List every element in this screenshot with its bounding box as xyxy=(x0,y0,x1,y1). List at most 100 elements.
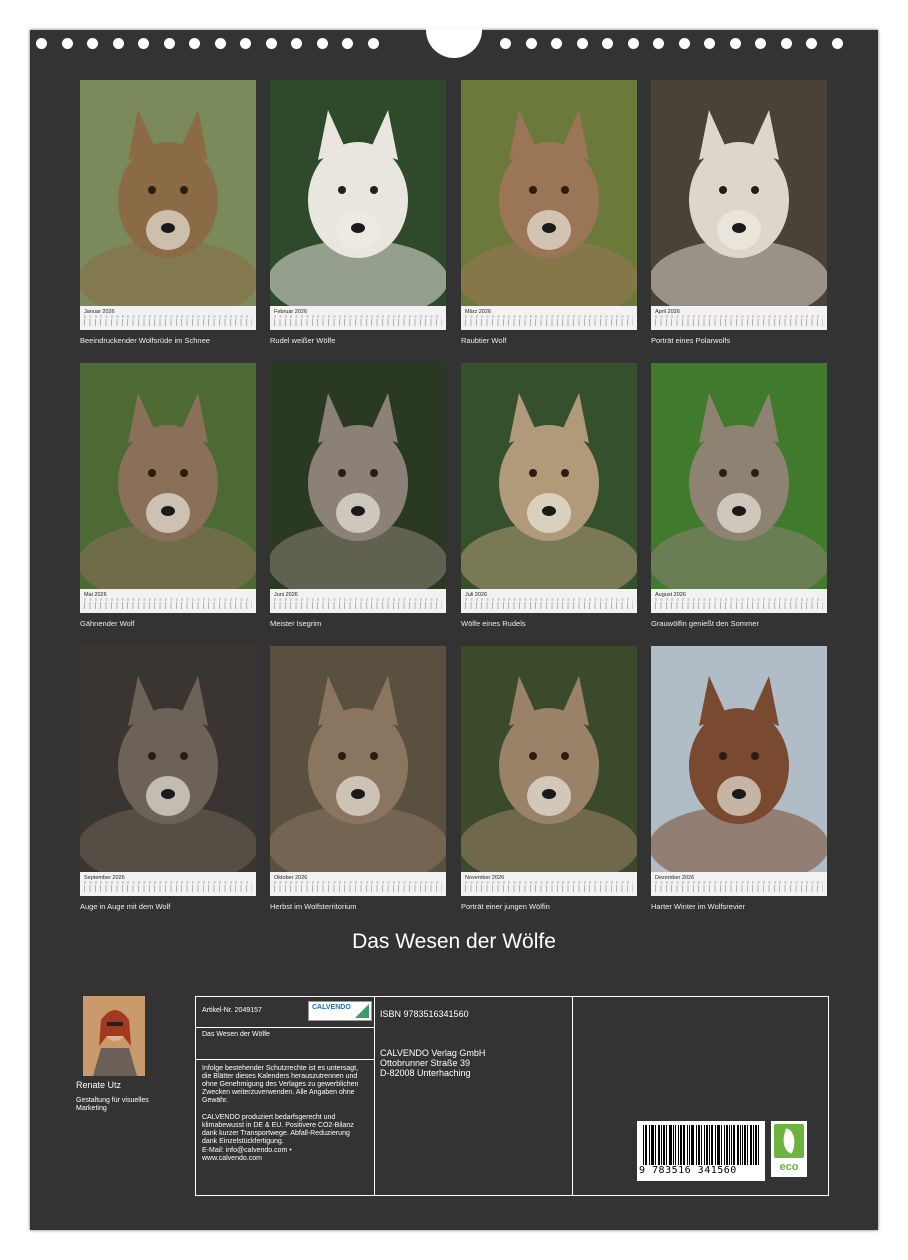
binding-hole xyxy=(755,38,766,49)
photo-caption: Gähnender Wolf xyxy=(80,619,135,628)
binding-hole xyxy=(602,38,613,49)
weekday-row xyxy=(655,881,823,884)
barcode-bar xyxy=(664,1125,665,1165)
article-number: Artikel-Nr. 2049157 xyxy=(202,1007,262,1014)
weekday-row xyxy=(655,315,823,318)
binding-hole xyxy=(265,38,277,49)
legal-text: Infolge bestehender Schutzrechte ist es … xyxy=(202,1065,359,1104)
barcode-bar xyxy=(678,1125,679,1165)
binding-hole xyxy=(342,38,353,49)
photo-caption: Wölfe eines Rudels xyxy=(461,619,526,628)
barcode-bar xyxy=(696,1125,697,1165)
calendar-strip: März 2026 xyxy=(461,306,637,330)
photo-caption: Rudel weißer Wölfe xyxy=(270,336,336,345)
photo-caption: Beeindruckender Wolfsrüde im Schnee xyxy=(80,336,210,345)
binding-hole xyxy=(780,38,792,49)
barcode-bar xyxy=(658,1125,659,1165)
photo-caption: Porträt eines Polarwolfs xyxy=(651,336,731,345)
barcode-bar xyxy=(680,1125,681,1165)
calendar-back-page: Januar 2026 Beeindruckender Wolfsrüde im … xyxy=(30,28,878,1230)
calendar-title: Das Wesen der Wölfe xyxy=(352,930,556,953)
month-tile: Februar 2026 Rudel weißer Wölfe xyxy=(270,80,446,350)
publisher-name: CALVENDO Verlag GmbH xyxy=(380,1048,486,1058)
barcode-bar xyxy=(729,1125,730,1165)
barcode-bar xyxy=(655,1125,656,1165)
publisher-address: CALVENDO Verlag GmbH Ottobrunner Straße … xyxy=(380,1048,570,1078)
day-numbers-row xyxy=(84,319,252,326)
barcode-bar xyxy=(726,1125,727,1165)
isbn-barcode: 9 783516 341560 xyxy=(637,1121,765,1181)
barcode-bar xyxy=(744,1125,745,1165)
weekday-row xyxy=(465,315,633,318)
calendar-strip: Januar 2026 xyxy=(80,306,256,330)
day-numbers-row xyxy=(274,319,442,326)
wolf-photo xyxy=(270,646,446,872)
barcode-bar xyxy=(707,1125,708,1165)
calendar-strip: August 2026 xyxy=(651,589,827,613)
eco-leaf-icon xyxy=(774,1124,804,1158)
calendar-strip: Juli 2026 xyxy=(461,589,637,613)
binding-hole xyxy=(189,38,200,49)
wolf-photo xyxy=(270,363,446,589)
photo-caption: Harter Winter im Wolfsrevier xyxy=(651,902,746,911)
day-numbers-row xyxy=(84,885,252,892)
binding-hole xyxy=(163,38,175,49)
product-title: Das Wesen der Wölfe xyxy=(202,1031,270,1038)
barcode-bar xyxy=(645,1125,646,1165)
binding-hole xyxy=(678,38,690,49)
barcode-bar xyxy=(652,1125,653,1165)
barcode-bar xyxy=(692,1125,693,1165)
weekday-row xyxy=(274,598,442,601)
month-tile: März 2026 Raubtier Wolf xyxy=(461,80,637,350)
binding-hole xyxy=(729,38,741,49)
barcode-bar xyxy=(646,1125,647,1165)
barcode-bar xyxy=(673,1125,674,1165)
photo-caption: Porträt einer jungen Wölfin xyxy=(461,902,550,911)
barcode-bar xyxy=(738,1125,739,1165)
binding-hole xyxy=(576,38,588,49)
barcode-bar xyxy=(675,1125,676,1165)
month-tile: Juli 2026 Wölfe eines Rudels xyxy=(461,363,637,633)
wolf-photo xyxy=(651,363,827,589)
author-photo xyxy=(83,996,145,1076)
photo-caption: Herbst im Wolfsterritorium xyxy=(270,902,357,911)
calendar-strip: Juni 2026 xyxy=(270,589,446,613)
barcode-bar xyxy=(649,1125,650,1165)
barcode-bar xyxy=(718,1125,719,1165)
logo-leaf-icon xyxy=(355,1004,369,1018)
day-numbers-row xyxy=(655,319,823,326)
binding-hole xyxy=(316,38,328,49)
barcode-bar xyxy=(747,1125,748,1165)
publisher-street: Ottobrunner Straße 39 xyxy=(380,1058,471,1068)
barcode-bar xyxy=(737,1125,738,1165)
month-tile: Dezember 2026 Harter Winter im Wolfsrevie… xyxy=(651,646,827,916)
barcode-bar xyxy=(687,1125,688,1165)
binding-hole xyxy=(36,38,47,49)
author-name: Renate Utz xyxy=(76,1080,122,1090)
barcode-bar xyxy=(701,1125,702,1165)
barcode-bar xyxy=(709,1125,710,1165)
binding-hole xyxy=(112,38,124,49)
calendar-strip: April 2026 xyxy=(651,306,827,330)
day-numbers-row xyxy=(84,602,252,609)
binding-hole xyxy=(831,38,843,49)
wolf-photo xyxy=(270,80,446,306)
binding-hole xyxy=(61,38,73,49)
day-numbers-row xyxy=(465,319,633,326)
binding-hole xyxy=(551,38,562,49)
barcode-bar xyxy=(750,1125,751,1165)
wolf-photo xyxy=(651,80,827,306)
barcode-bar xyxy=(699,1125,700,1165)
barcode-bar xyxy=(659,1125,660,1165)
info-box-left: Artikel-Nr. 2049157 Das Wesen der Wölfe … xyxy=(195,996,375,1196)
weekday-row xyxy=(655,598,823,601)
weekday-row xyxy=(84,881,252,884)
barcode-bar xyxy=(719,1125,720,1165)
binding-hole xyxy=(138,38,149,49)
binding-hole xyxy=(500,38,511,49)
month-tile: April 2026 Porträt eines Polarwolfs xyxy=(651,80,827,350)
day-numbers-row xyxy=(465,602,633,609)
barcode-bar xyxy=(711,1125,712,1165)
info-box-middle: ISBN 9783516341560 CALVENDO Verlag GmbH … xyxy=(374,996,573,1196)
weekday-row xyxy=(274,881,442,884)
